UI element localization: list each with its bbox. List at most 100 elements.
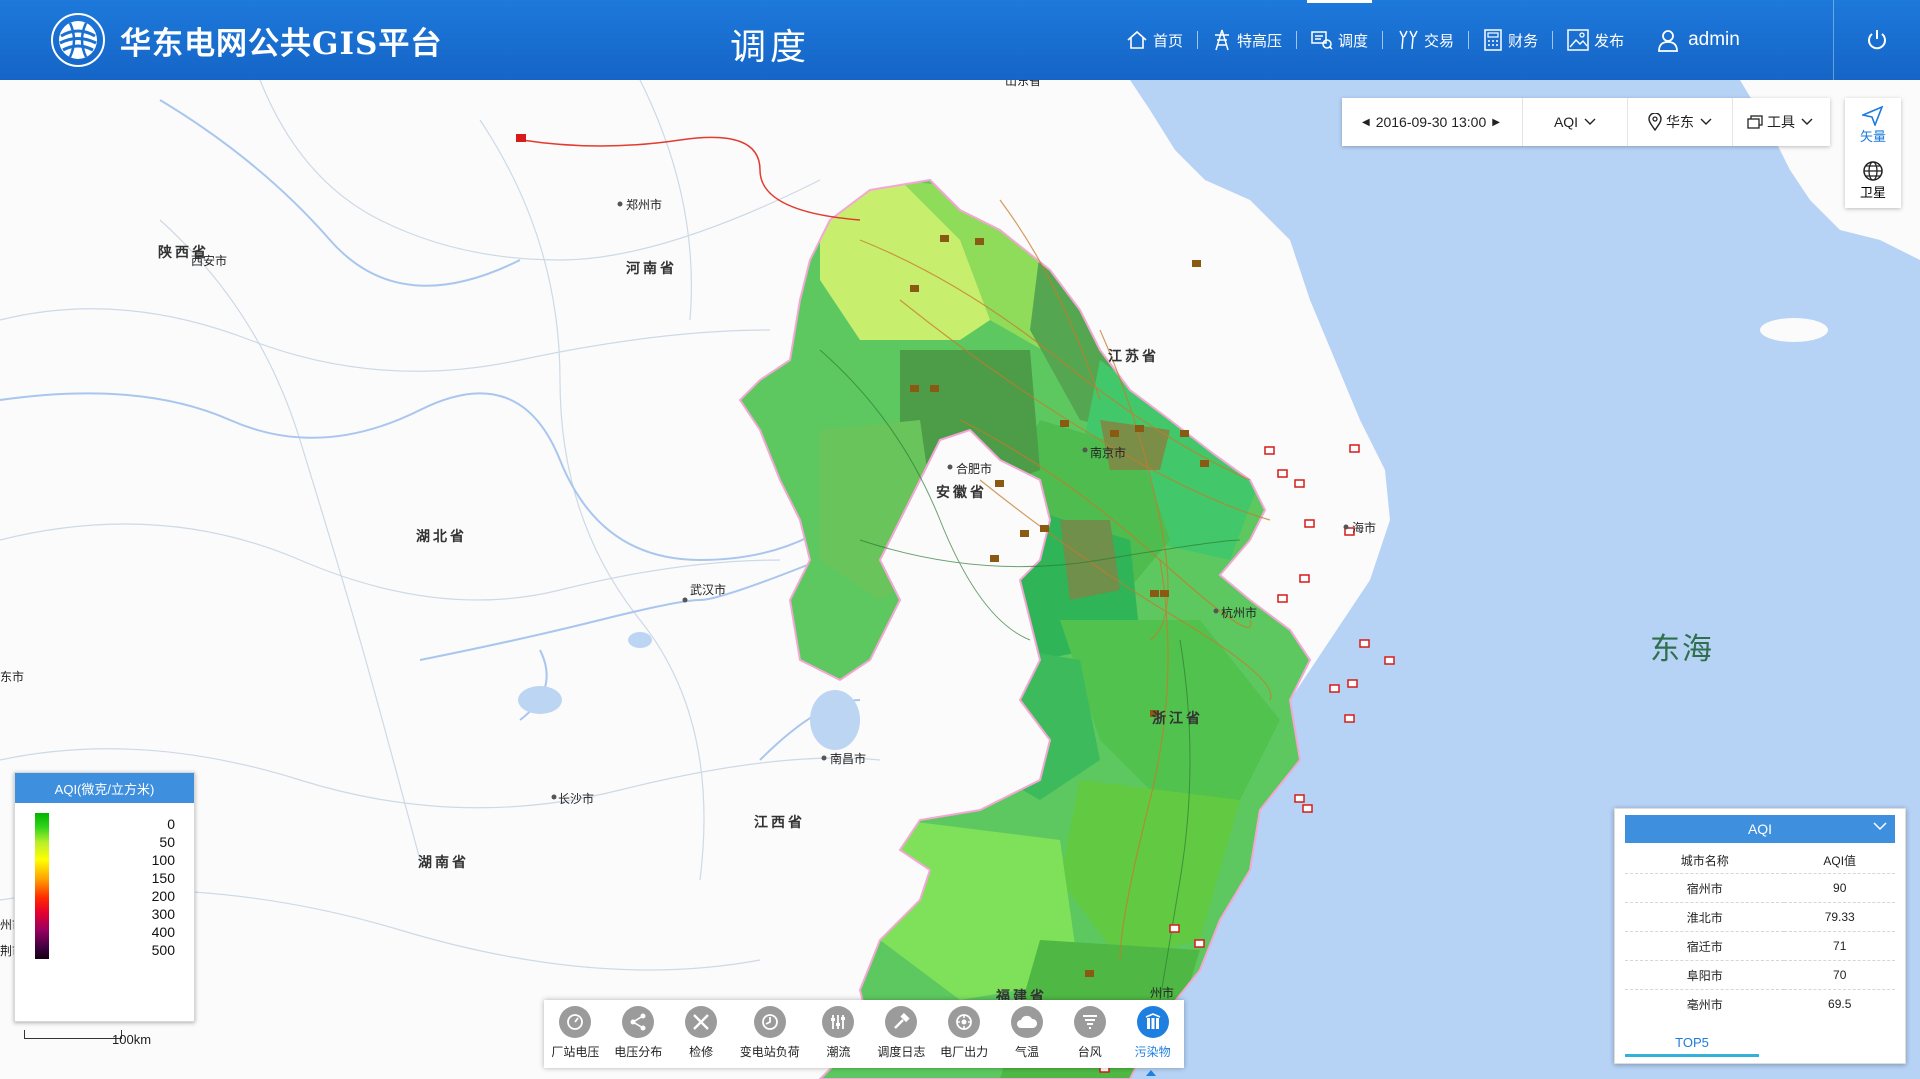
function-toolbar: 厂站电压 电压分布 检修 变电站负荷 潮流 调度日志 电厂出力 气温 台风 污染…: [544, 1000, 1184, 1068]
chevron-down-icon: [1873, 822, 1887, 831]
calculator-icon: [1484, 29, 1502, 51]
logout-button[interactable]: [1833, 0, 1920, 80]
edge-label: 东市: [0, 670, 25, 684]
table-row[interactable]: 淮北市 79.33: [1625, 902, 1895, 932]
station-voltage-button[interactable]: 厂站电压: [544, 1000, 607, 1068]
province-label: 陕西省: [158, 244, 209, 260]
tools-label: 工具: [1767, 114, 1795, 130]
city-cell: 亳州市: [1625, 989, 1785, 1018]
pollutant-label: 污染物: [1134, 1045, 1171, 1059]
aqi-cell: 79.33: [1784, 902, 1895, 932]
nav-trade-label: 交易: [1424, 32, 1455, 50]
cloud-icon: [1010, 1006, 1043, 1038]
table-row[interactable]: 亳州市 69.5: [1625, 989, 1895, 1018]
typhoon-label: 台风: [1077, 1045, 1102, 1059]
nav-finance[interactable]: 财务: [1469, 0, 1552, 80]
next-time-button[interactable]: ▶: [1492, 117, 1500, 128]
publish-icon: [1567, 29, 1589, 51]
tab-top5[interactable]: TOP5: [1625, 1035, 1759, 1057]
table-row[interactable]: 阜阳市 70: [1625, 960, 1895, 990]
legend-value: 100: [151, 852, 175, 868]
vector-label: 矢量: [1859, 129, 1886, 144]
legend-value: 200: [151, 888, 175, 904]
aqi-table: 城市名称 AQI值 宿州市 90 淮北市 79.33 宿迁市 71 阜阳市 70 亳州市…: [1625, 847, 1895, 1018]
layer-value: AQI: [1553, 114, 1579, 130]
pollutant-button[interactable]: 污染物: [1121, 1000, 1184, 1068]
trade-icon: [1399, 30, 1418, 50]
power-flow-label: 潮流: [826, 1045, 851, 1059]
table-row[interactable]: 宿迁市 71: [1625, 931, 1895, 961]
nav-home[interactable]: 首页: [1112, 0, 1197, 80]
city-label: 长沙市: [558, 792, 595, 806]
sea-label: 东海: [1650, 632, 1714, 667]
province-label: 河南省: [626, 260, 677, 276]
chevron-down-icon: [1801, 118, 1813, 125]
nav-trade[interactable]: 交易: [1383, 0, 1468, 80]
share-icon: [622, 1006, 655, 1038]
plant-icon: [948, 1006, 981, 1038]
voltage-distribution-label: 电压分布: [614, 1045, 663, 1059]
dispatch-icon: [1311, 31, 1333, 50]
tools-dropdown[interactable]: 工具: [1733, 98, 1827, 146]
legend-value: 0: [167, 816, 175, 832]
city-label: 合肥市: [956, 462, 993, 476]
legend-values: 0 50 100 150 200 300 400 500: [115, 816, 175, 960]
city-cell: 阜阳市: [1625, 960, 1785, 990]
power-icon: [1868, 30, 1886, 50]
province-label: 浙江省: [1152, 710, 1203, 726]
power-flow-button[interactable]: 潮流: [807, 1000, 870, 1068]
nav-uhv[interactable]: 特高压: [1198, 0, 1296, 80]
layer-dropdown[interactable]: AQI: [1523, 98, 1628, 146]
column-header: AQI值: [1823, 853, 1857, 868]
state-grid-logo-icon: [51, 13, 105, 67]
province-label: 湖南省: [418, 854, 469, 870]
navigation-arrow-icon: [1862, 106, 1884, 126]
legend-value: 300: [151, 906, 175, 922]
city-label: 南京市: [1090, 446, 1127, 460]
province-label: 江西省: [754, 814, 805, 830]
user-icon: [1658, 30, 1678, 52]
region-value: 华东: [1666, 114, 1694, 130]
scale-bar: [24, 1030, 122, 1039]
province-label: 安徽省: [936, 484, 987, 500]
legend-value: 150: [151, 870, 175, 886]
nav-publish[interactable]: 发布: [1553, 0, 1638, 80]
province-label: 湖北省: [416, 528, 467, 544]
nav-dispatch[interactable]: 调度: [1297, 0, 1382, 80]
table-row[interactable]: 宿州市 90: [1625, 873, 1895, 903]
time-value[interactable]: 2016-09-30 13:00: [1376, 114, 1487, 130]
scale-label: 100km: [112, 1032, 152, 1047]
globe-icon: [1863, 161, 1883, 181]
prev-time-button[interactable]: ◀: [1362, 117, 1370, 128]
temperature-button[interactable]: 气温: [996, 1000, 1059, 1068]
legend-value: 50: [159, 834, 175, 850]
nav-home-label: 首页: [1153, 32, 1184, 50]
aqi-cell: 90: [1784, 873, 1895, 903]
satellite-label: 卫星: [1859, 185, 1886, 200]
temperature-label: 气温: [1014, 1045, 1039, 1059]
active-tool-indicator: [1146, 1070, 1156, 1076]
substation-load-button[interactable]: 变电站负荷: [732, 1000, 807, 1068]
legend-color-ramp: [35, 813, 49, 959]
maintenance-button[interactable]: 检修: [670, 1000, 733, 1068]
map-toolbar: ◀ 2016-09-30 13:00 ▶ AQI 华东 工具: [1342, 98, 1830, 146]
vector-map-button[interactable]: 矢量: [1845, 98, 1901, 153]
column-header: 城市名称: [1680, 853, 1729, 868]
dial-icon: [753, 1006, 786, 1038]
dispatch-log-button[interactable]: 调度日志: [870, 1000, 933, 1068]
nav-publish-label: 发布: [1594, 32, 1625, 50]
location-pin-icon: [1648, 113, 1662, 131]
nav-finance-label: 财务: [1508, 32, 1539, 50]
chevron-down-icon: [1700, 118, 1712, 125]
typhoon-button[interactable]: 台风: [1058, 1000, 1121, 1068]
plant-output-button[interactable]: 电厂出力: [933, 1000, 996, 1068]
chevron-down-icon: [1584, 118, 1596, 125]
map-type-switch: 矢量 卫星: [1845, 98, 1901, 208]
region-dropdown[interactable]: 华东: [1628, 98, 1733, 146]
aqi-cell: 69.5: [1784, 989, 1895, 1018]
aqi-panel-header[interactable]: AQI: [1625, 815, 1895, 843]
satellite-map-button[interactable]: 卫星: [1845, 153, 1901, 208]
user-menu[interactable]: admin: [1638, 0, 1770, 80]
hammer-icon: [885, 1006, 918, 1038]
voltage-distribution-button[interactable]: 电压分布: [607, 1000, 670, 1068]
